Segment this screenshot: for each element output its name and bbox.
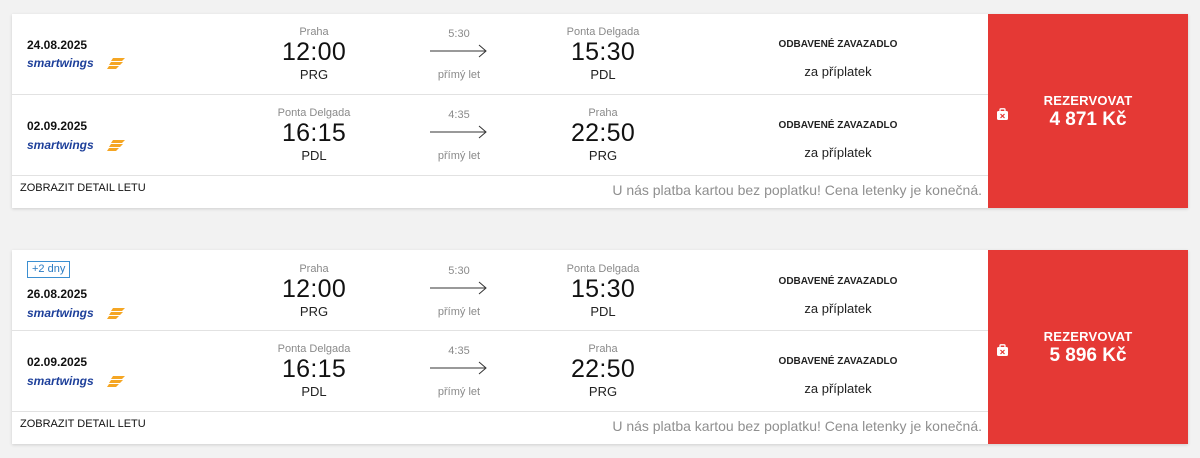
arrival-city: Ponta Delgada: [566, 263, 640, 275]
airline-logo-text: smartwings: [27, 138, 94, 152]
book-button[interactable]: REZERVOVAT 4 871 Kč: [988, 14, 1188, 208]
arrow-right-icon: [430, 44, 488, 58]
price: 5 896 Kč: [1049, 345, 1127, 366]
baggage-title: ODBAVENÉ ZAVAZADLO: [778, 120, 898, 131]
arrival-code: PRG: [588, 384, 618, 399]
baggage-surcharge: za příplatek: [804, 64, 872, 79]
airline-logo: smartwings: [27, 306, 127, 320]
baggage-title: ODBAVENÉ ZAVAZADLO: [778, 39, 898, 50]
flight-duration: 4:35: [448, 109, 470, 121]
departure-city: Praha: [299, 26, 329, 38]
direct-flight-label: přímý let: [437, 69, 481, 81]
arrival-time: 15:30: [570, 38, 636, 66]
airline-logo: smartwings: [27, 56, 127, 70]
card-footer: ZOBRAZIT DETAIL LETU U nás platba kartou…: [12, 412, 988, 444]
departure-code: PDL: [301, 148, 327, 163]
card-footer: ZOBRAZIT DETAIL LETU U nás platba kartou…: [12, 176, 988, 208]
arrival-code: PRG: [588, 148, 618, 163]
outbound-leg: 24.08.2025 smartwings Praha 12:00 PRG 5:…: [12, 14, 988, 95]
flight-legs: 24.08.2025 smartwings Praha 12:00 PRG 5:…: [12, 14, 988, 208]
leg-date: 26.08.2025: [27, 287, 88, 301]
return-leg: 02.09.2025 smartwings Ponta Delgada 16:1…: [12, 95, 988, 176]
return-leg: 02.09.2025 smartwings Ponta Delgada 16:1…: [12, 331, 988, 412]
airline-logo: smartwings: [27, 138, 127, 152]
airline-logo-text: smartwings: [27, 56, 94, 70]
book-label: REZERVOVAT: [1043, 93, 1133, 108]
leg-date: 02.09.2025: [27, 119, 88, 133]
direct-flight-label: přímý let: [437, 150, 481, 162]
price: 4 871 Kč: [1049, 109, 1127, 130]
payment-note: U nás platba kartou bez poplatku! Cena l…: [612, 418, 982, 434]
baggage-title: ODBAVENÉ ZAVAZADLO: [778, 276, 898, 287]
departure-time: 12:00: [281, 275, 347, 303]
baggage-surcharge: za příplatek: [804, 381, 872, 396]
arrow-right-icon: [430, 125, 488, 139]
payment-note: U nás platba kartou bez poplatku! Cena l…: [612, 182, 982, 198]
outbound-leg: +2 dny 26.08.2025 smartwings Praha 12:00…: [12, 250, 988, 331]
departure-time: 12:00: [281, 38, 347, 66]
departure-code: PRG: [299, 304, 329, 319]
direct-flight-label: přímý let: [437, 386, 481, 398]
flight-legs: +2 dny 26.08.2025 smartwings Praha 12:00…: [12, 250, 988, 444]
arrival-time: 15:30: [570, 275, 636, 303]
arrival-time: 22:50: [570, 119, 636, 147]
show-flight-detail-link[interactable]: ZOBRAZIT DETAIL LETU: [20, 418, 146, 430]
flight-result-card: +2 dny 26.08.2025 smartwings Praha 12:00…: [12, 250, 1188, 444]
direct-flight-label: přímý let: [437, 306, 481, 318]
arrival-city: Praha: [588, 107, 618, 119]
baggage-surcharge: za příplatek: [804, 145, 872, 160]
book-label: REZERVOVAT: [1043, 329, 1133, 344]
arrival-time: 22:50: [570, 355, 636, 383]
leg-date: 24.08.2025: [27, 38, 88, 52]
departure-city: Ponta Delgada: [277, 107, 351, 119]
baggage-surcharge: za příplatek: [804, 301, 872, 316]
airline-logo-text: smartwings: [27, 306, 94, 320]
arrival-city: Ponta Delgada: [566, 26, 640, 38]
leg-date: 02.09.2025: [27, 355, 88, 369]
departure-time: 16:15: [281, 119, 347, 147]
flight-duration: 5:30: [448, 265, 470, 277]
flight-result-card: 24.08.2025 smartwings Praha 12:00 PRG 5:…: [12, 14, 1188, 208]
arrival-city: Praha: [588, 343, 618, 355]
arrival-code: PDL: [590, 304, 616, 319]
departure-code: PRG: [299, 67, 329, 82]
airline-logo: smartwings: [27, 374, 127, 388]
flight-duration: 4:35: [448, 345, 470, 357]
extra-days-badge: +2 dny: [27, 261, 71, 278]
departure-city: Praha: [299, 263, 329, 275]
show-flight-detail-link[interactable]: ZOBRAZIT DETAIL LETU: [20, 182, 146, 194]
departure-code: PDL: [301, 384, 327, 399]
baggage-title: ODBAVENÉ ZAVAZADLO: [778, 356, 898, 367]
arrival-code: PDL: [590, 67, 616, 82]
flight-duration: 5:30: [448, 28, 470, 40]
departure-city: Ponta Delgada: [277, 343, 351, 355]
book-button[interactable]: REZERVOVAT 5 896 Kč: [988, 250, 1188, 444]
airline-logo-text: smartwings: [27, 374, 94, 388]
departure-time: 16:15: [281, 355, 347, 383]
arrow-right-icon: [430, 281, 488, 295]
arrow-right-icon: [430, 361, 488, 375]
